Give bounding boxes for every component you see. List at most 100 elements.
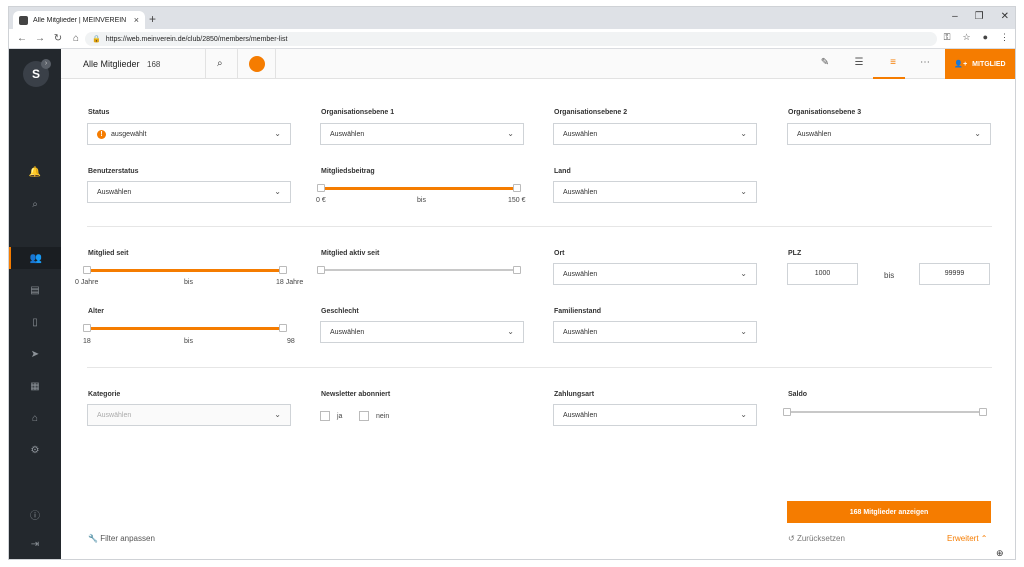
zahlungsart-select[interactable]: Auswählen ⌄	[553, 404, 757, 426]
section-divider	[87, 226, 992, 227]
mitglied-aktiv-seit-slider[interactable]	[317, 265, 521, 275]
url-field[interactable]: 🔒 https://web.meinverein.de/club/2850/me…	[85, 32, 937, 46]
document-icon[interactable]: ▤	[9, 279, 61, 301]
divider	[275, 49, 276, 79]
slider-handle-min[interactable]	[317, 266, 325, 274]
range-max: 98	[287, 338, 295, 345]
expand-icon[interactable]: ›	[41, 59, 51, 69]
slider-handle-max[interactable]	[513, 266, 521, 274]
mitglied-seit-slider[interactable]	[83, 265, 287, 275]
minimize-button[interactable]: –	[952, 11, 958, 22]
slider-handle-max[interactable]	[279, 324, 287, 332]
back-icon[interactable]: ←	[17, 33, 27, 44]
key-icon[interactable]: ⚿	[944, 32, 951, 43]
club-logo-icon[interactable]	[249, 56, 265, 72]
forward-icon[interactable]: →	[35, 33, 45, 44]
show-members-button[interactable]: 168 Mitglieder anzeigen	[787, 501, 991, 523]
gear-icon[interactable]: ⚙	[9, 439, 61, 461]
newsletter-ja-checkbox[interactable]	[320, 411, 330, 421]
more-icon[interactable]: ⋯	[913, 57, 937, 68]
search-icon[interactable]: ⌕	[217, 58, 223, 69]
range-bis: bis	[184, 279, 193, 286]
kategorie-select[interactable]: Auswählen ⌄	[87, 404, 291, 426]
chevron-down-icon: ⌄	[740, 269, 747, 278]
menu-icon[interactable]: ⋮	[1000, 32, 1009, 43]
slider-handle-max[interactable]	[279, 266, 287, 274]
divider	[205, 49, 206, 79]
familienstand-select[interactable]: Auswählen ⌄	[553, 321, 757, 343]
home-icon[interactable]: ⌂	[71, 33, 81, 44]
newsletter-label: Newsletter abonniert	[321, 391, 391, 398]
mitgliedsbeitrag-label: Mitgliedsbeitrag	[321, 168, 375, 175]
org2-value: Auswählen	[563, 130, 598, 138]
plz-bis: bis	[884, 271, 895, 280]
browser-tab[interactable]: Alle Mitglieder | MEINVEREIN ×	[13, 11, 145, 29]
new-tab-button[interactable]: +	[149, 12, 156, 26]
lock-icon: 🔒	[92, 36, 101, 43]
add-member-button[interactable]: 👤+ MITGLIED	[945, 49, 1015, 79]
newsletter-ja-label: ja	[337, 413, 343, 420]
logout-icon[interactable]: ⇥	[9, 533, 61, 555]
filter-anpassen-label: Filter anpassen	[100, 534, 155, 543]
members-icon[interactable]: 👥	[9, 247, 61, 269]
tab-close-icon[interactable]: ×	[134, 15, 139, 25]
alter-slider[interactable]	[83, 323, 287, 333]
benutzerstatus-select[interactable]: Auswählen ⌄	[87, 181, 291, 203]
plz-to-input[interactable]: 99999	[919, 263, 990, 285]
org1-select[interactable]: Auswählen ⌄	[320, 123, 524, 145]
slider-handle-min[interactable]	[83, 324, 91, 332]
mitgliedsbeitrag-slider[interactable]	[317, 183, 521, 193]
page-title: Alle Mitglieder	[83, 59, 140, 69]
divider	[237, 49, 238, 79]
chevron-down-icon: ⌄	[740, 410, 747, 419]
erweitert-link[interactable]: Erweitert ⌃	[947, 534, 988, 543]
slider-handle-min[interactable]	[783, 408, 791, 416]
range-min: 18	[83, 338, 91, 345]
org1-value: Auswählen	[330, 130, 365, 138]
status-value: ausgewählt	[111, 130, 147, 138]
info-icon[interactable]: ⓘ	[9, 503, 61, 525]
bank-icon[interactable]: ⌂	[9, 407, 61, 429]
search-icon[interactable]: ⌕	[9, 193, 61, 215]
undo-icon: ↺	[788, 534, 795, 543]
ort-select[interactable]: Auswählen ⌄	[553, 263, 757, 285]
tab-title: Alle Mitglieder | MEINVEREIN	[33, 16, 127, 24]
reset-link[interactable]: ↺ Zurücksetzen	[788, 534, 845, 543]
favicon-icon	[19, 15, 28, 25]
mobile-icon[interactable]: ▯	[9, 311, 61, 333]
chevron-down-icon: ⌄	[274, 410, 281, 419]
newsletter-nein-checkbox[interactable]	[359, 411, 369, 421]
kategorie-value: Auswählen	[97, 411, 132, 419]
slider-fill	[87, 327, 283, 330]
newsletter-nein-label: nein	[376, 413, 390, 420]
org3-select[interactable]: Auswählen ⌄	[787, 123, 991, 145]
slider-handle-min[interactable]	[83, 266, 91, 274]
saldo-slider[interactable]	[783, 407, 987, 417]
filter-anpassen-link[interactable]: 🔧 Filter anpassen	[88, 534, 155, 543]
send-icon[interactable]: ➤	[9, 343, 61, 365]
globe-icon[interactable]: ⊕	[996, 548, 1004, 559]
star-icon[interactable]: ☆	[962, 32, 970, 43]
org2-select[interactable]: Auswählen ⌄	[553, 123, 757, 145]
list-edit-icon[interactable]: ✎	[813, 57, 837, 68]
close-window-button[interactable]: ✕	[1001, 11, 1009, 22]
plz-from-input[interactable]: 1000	[787, 263, 858, 285]
list-filter-icon[interactable]: ☰	[847, 57, 871, 68]
browser-window: Alle Mitglieder | MEINVEREIN × + – ❐ ✕ ←…	[8, 6, 1016, 560]
restore-button[interactable]: ❐	[975, 11, 984, 22]
slider-handle-max[interactable]	[513, 184, 521, 192]
calendar-icon[interactable]: ▦	[9, 375, 61, 397]
geschlecht-label: Geschlecht	[321, 308, 359, 315]
reload-icon[interactable]: ↻	[53, 33, 63, 44]
geschlecht-select[interactable]: Auswählen ⌄	[320, 321, 524, 343]
window-controls: – ❐ ✕	[952, 11, 1009, 22]
land-select[interactable]: Auswählen ⌄	[553, 181, 757, 203]
status-select[interactable]: ! ausgewählt ⌄	[87, 123, 291, 145]
menu-icon[interactable]: ≡	[881, 57, 905, 68]
org2-label: Organisationsebene 2	[554, 109, 628, 116]
app: S › 🔔 ⌕ 👥 ▤ ▯ ➤ ▦ ⌂ ⚙ ⓘ ⇥ Alle Mitgliede…	[9, 49, 1015, 559]
slider-handle-max[interactable]	[979, 408, 987, 416]
slider-handle-min[interactable]	[317, 184, 325, 192]
bell-icon[interactable]: 🔔	[9, 161, 61, 183]
profile-icon[interactable]: ●	[983, 32, 988, 43]
